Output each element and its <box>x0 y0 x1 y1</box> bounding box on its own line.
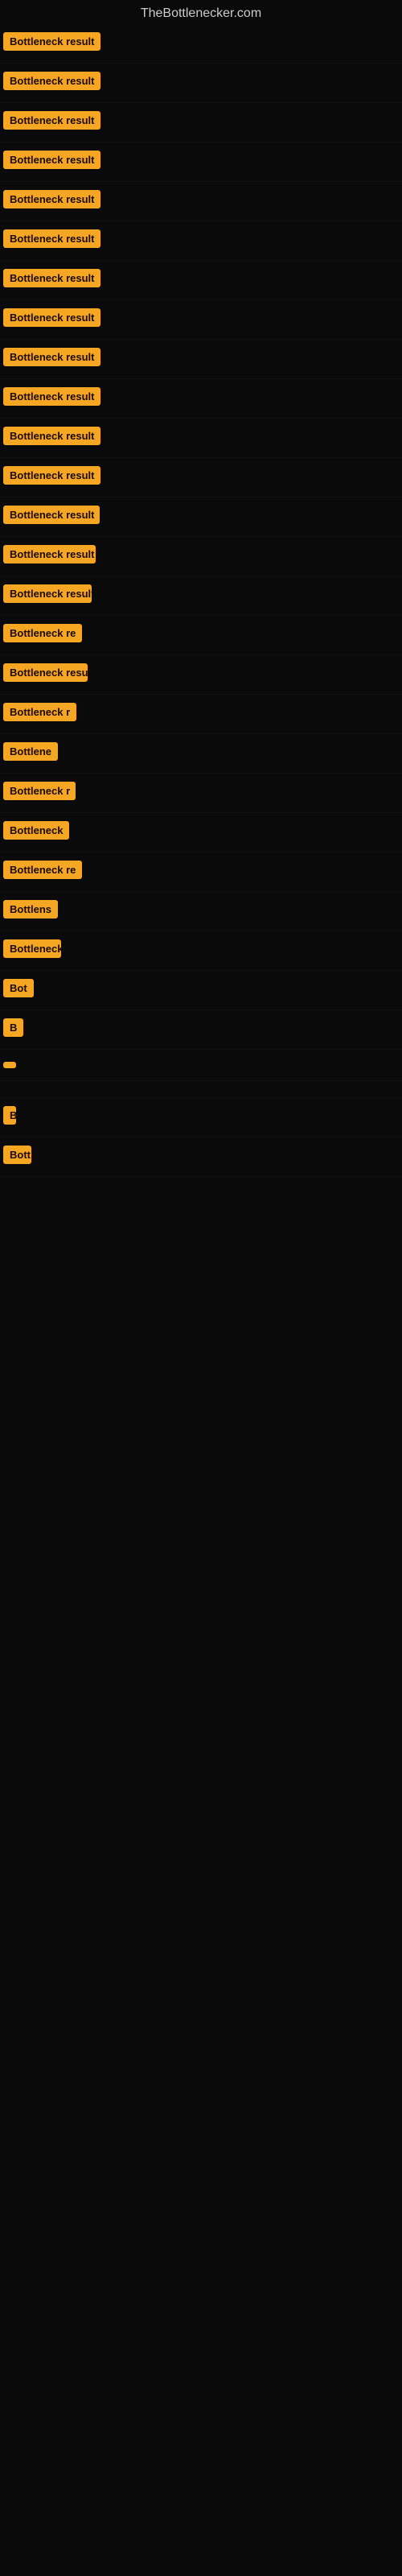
bottleneck-badge-2[interactable]: Bottleneck result <box>3 72 100 90</box>
bottleneck-badge-11[interactable]: Bottleneck result <box>3 427 100 445</box>
bottleneck-row-16: Bottleneck re <box>0 616 402 655</box>
bottleneck-badge-26[interactable]: B <box>3 1018 23 1037</box>
bottleneck-badge-27[interactable] <box>3 1062 16 1068</box>
bottleneck-row-12: Bottleneck result <box>0 458 402 497</box>
bottleneck-row-6: Bottleneck result <box>0 221 402 261</box>
site-title: TheBottlenecker.com <box>0 0 402 24</box>
bottleneck-badge-8[interactable]: Bottleneck result <box>3 308 100 327</box>
bottleneck-badge-22[interactable]: Bottleneck re <box>3 861 82 879</box>
bottleneck-row-2: Bottleneck result <box>0 64 402 103</box>
bottleneck-row-5: Bottleneck result <box>0 182 402 221</box>
bottleneck-row-30: Bott <box>0 1137 402 1177</box>
bottleneck-badge-9[interactable]: Bottleneck result <box>3 348 100 366</box>
bottleneck-row-1: Bottleneck result <box>0 24 402 64</box>
bottleneck-row-4: Bottleneck result <box>0 142 402 182</box>
bottleneck-row-13: Bottleneck result <box>0 497 402 537</box>
bottleneck-row-28 <box>0 1081 402 1098</box>
bottleneck-badge-14[interactable]: Bottleneck result <box>3 545 96 564</box>
bottleneck-badge-30[interactable]: Bott <box>3 1146 31 1164</box>
bottleneck-badge-5[interactable]: Bottleneck result <box>3 190 100 208</box>
bottleneck-badge-4[interactable]: Bottleneck result <box>3 151 100 169</box>
bottleneck-row-24: Bottleneck <box>0 931 402 971</box>
bottleneck-row-25: Bot <box>0 971 402 1010</box>
rows-container: Bottleneck result Bottleneck result Bottle… <box>0 24 402 1177</box>
bottleneck-badge-7[interactable]: Bottleneck result <box>3 269 100 287</box>
bottleneck-badge-23[interactable]: Bottlens <box>3 900 58 919</box>
bottleneck-row-23: Bottlens <box>0 892 402 931</box>
bottleneck-row-7: Bottleneck result <box>0 261 402 300</box>
bottleneck-badge-25[interactable]: Bot <box>3 979 34 997</box>
bottleneck-row-26: B <box>0 1010 402 1050</box>
bottleneck-row-11: Bottleneck result <box>0 419 402 458</box>
bottleneck-badge-10[interactable]: Bottleneck result <box>3 387 100 406</box>
bottleneck-badge-16[interactable]: Bottleneck re <box>3 624 82 642</box>
bottleneck-row-15: Bottleneck result <box>0 576 402 616</box>
bottleneck-row-18: Bottleneck r <box>0 695 402 734</box>
bottleneck-badge-20[interactable]: Bottleneck r <box>3 782 76 800</box>
bottleneck-row-21: Bottleneck <box>0 813 402 852</box>
bottleneck-badge-15[interactable]: Bottleneck result <box>3 584 92 603</box>
bottleneck-row-22: Bottleneck re <box>0 852 402 892</box>
bottleneck-row-3: Bottleneck result <box>0 103 402 142</box>
bottleneck-badge-1[interactable]: Bottleneck result <box>3 32 100 51</box>
bottleneck-badge-13[interactable]: Bottleneck result <box>3 506 100 524</box>
bottleneck-row-8: Bottleneck result <box>0 300 402 340</box>
bottleneck-row-19: Bottlene <box>0 734 402 774</box>
bottleneck-row-27 <box>0 1050 402 1081</box>
bottleneck-row-10: Bottleneck result <box>0 379 402 419</box>
bottleneck-badge-18[interactable]: Bottleneck r <box>3 703 76 721</box>
bottleneck-badge-12[interactable]: Bottleneck result <box>3 466 100 485</box>
bottleneck-badge-24[interactable]: Bottleneck <box>3 939 61 958</box>
bottleneck-badge-6[interactable]: Bottleneck result <box>3 229 100 248</box>
bottleneck-row-17: Bottleneck result <box>0 655 402 695</box>
bottleneck-badge-17[interactable]: Bottleneck result <box>3 663 88 682</box>
bottleneck-row-29: B <box>0 1098 402 1137</box>
bottleneck-badge-3[interactable]: Bottleneck result <box>3 111 100 130</box>
bottleneck-row-20: Bottleneck r <box>0 774 402 813</box>
bottleneck-row-9: Bottleneck result <box>0 340 402 379</box>
bottleneck-badge-21[interactable]: Bottleneck <box>3 821 69 840</box>
bottleneck-row-14: Bottleneck result <box>0 537 402 576</box>
bottleneck-badge-29[interactable]: B <box>3 1106 16 1125</box>
bottleneck-badge-19[interactable]: Bottlene <box>3 742 58 761</box>
